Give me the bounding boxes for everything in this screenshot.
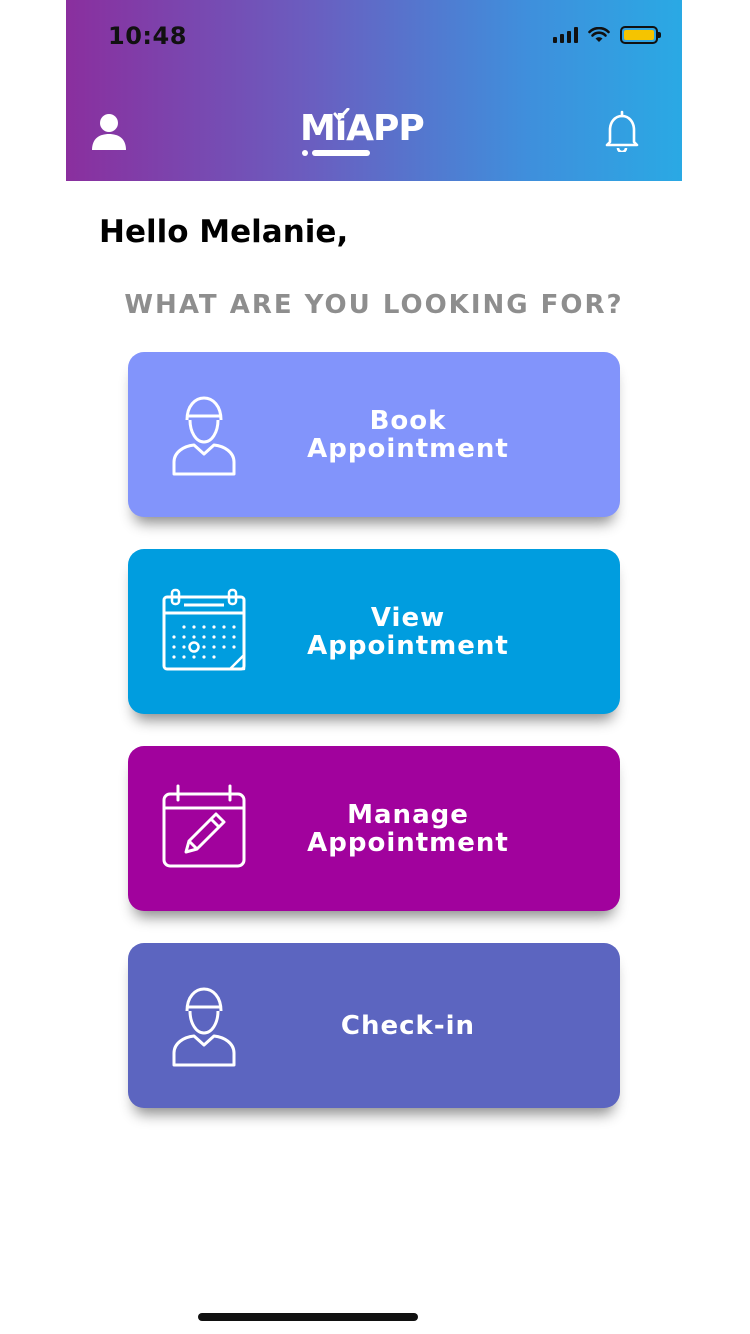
calendar-icon (162, 588, 246, 671)
app-logo: MiAPP (300, 108, 425, 158)
bell-icon[interactable] (604, 110, 640, 152)
check-in-button[interactable]: Check-in (128, 943, 620, 1108)
logo-check-mark (302, 108, 370, 156)
prompt-heading: WHAT ARE YOU LOOKING FOR? (124, 290, 624, 320)
profile-icon[interactable] (90, 112, 128, 152)
calendar-edit-icon (162, 784, 246, 868)
view-appointment-button[interactable]: View Appointment (128, 549, 620, 714)
cellular-signal-icon (553, 27, 578, 43)
card-label: Book Appointment (307, 405, 509, 464)
app-header: 10:48 MiAPP (66, 0, 682, 181)
manage-appointment-button[interactable]: Manage Appointment (128, 746, 620, 911)
card-label: View Appointment (307, 602, 509, 661)
status-time: 10:48 (108, 22, 187, 50)
doctor-icon (172, 987, 236, 1067)
card-label: Check-in (340, 1010, 476, 1041)
wifi-icon (588, 27, 610, 42)
book-appointment-button[interactable]: Book Appointment (128, 352, 620, 517)
home-indicator[interactable] (198, 1313, 418, 1321)
greeting-text: Hello Melanie, (99, 214, 349, 250)
doctor-icon (172, 396, 236, 476)
battery-icon (620, 26, 661, 44)
status-icons (553, 26, 661, 44)
battery-level (624, 30, 654, 40)
app-screen: 10:48 MiAPP Hello Melanie, WHAT ARE YOU … (66, 0, 682, 1334)
card-label: Manage Appointment (307, 799, 509, 858)
